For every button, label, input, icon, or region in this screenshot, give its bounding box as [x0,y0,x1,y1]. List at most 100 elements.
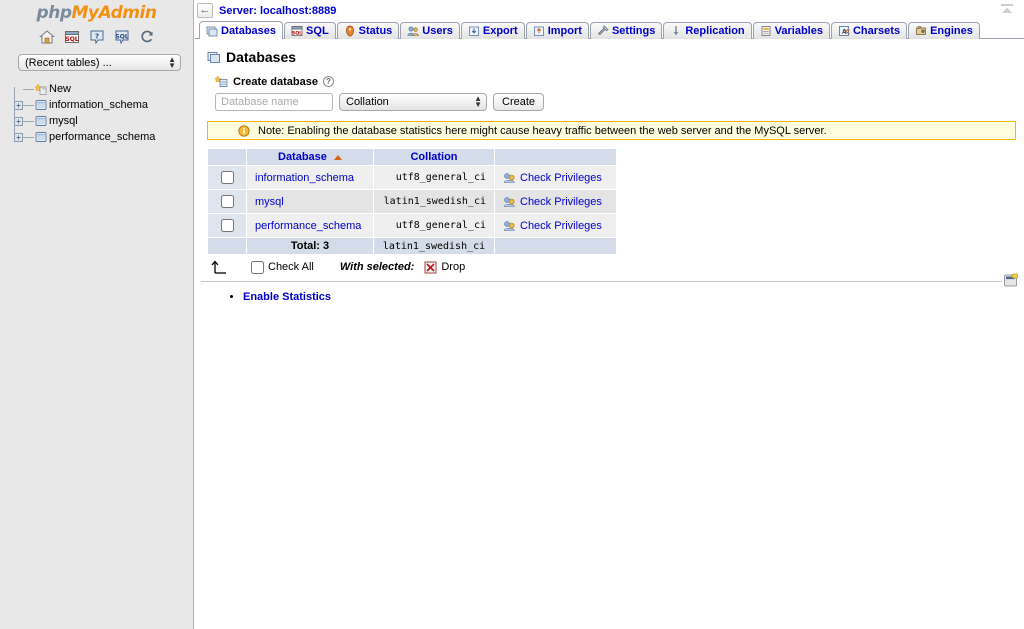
total-blank-cell [494,237,617,255]
sort-ascending-icon [333,154,342,160]
svg-text:文: 文 [845,29,850,36]
create-database-label: Create database [233,75,318,88]
phpmyadmin-logo[interactable]: phpMyAdmin [0,0,193,23]
tab-label: Replication [685,25,745,37]
expand-toggle-icon[interactable]: + [14,100,23,110]
check-privileges-link[interactable]: Check Privileges [503,195,608,208]
expand-toggle-icon[interactable]: + [14,116,23,126]
tab-label: Status [358,25,393,37]
tab-label: Settings [611,25,656,37]
expand-toggle-icon[interactable]: + [14,132,23,142]
total-collation-cell: latin1_swedish_ci [373,237,495,255]
table-row: performance_schema utf8_general_ci Check [207,213,617,238]
tab-engines[interactable]: Engines [908,22,980,39]
recent-tables-select[interactable]: (Recent tables) ... [18,54,181,71]
create-button[interactable]: Create [493,93,545,111]
collapse-icon[interactable] [1000,4,1014,16]
tab-export[interactable]: Export [460,22,525,39]
logo-php-text: php [36,3,72,23]
collation-cell: latin1_swedish_ci [373,189,495,214]
drop-label: Drop [441,261,466,273]
tab-variables[interactable]: Variables [752,22,830,39]
database-link[interactable]: performance_schema [255,220,361,232]
tab-import[interactable]: Import [525,22,589,39]
column-header-database[interactable]: Database [246,148,374,166]
svg-text:?: ? [94,33,98,41]
sql-query-icon[interactable]: SQL [64,29,80,45]
database-link[interactable]: information_schema [255,172,354,184]
tree-branch-line [23,120,34,122]
tab-sql[interactable]: SQL SQL [284,22,336,39]
database-icon [35,132,47,142]
import-icon [533,26,544,36]
variables-icon [761,26,771,36]
row-checkbox[interactable] [221,219,234,232]
create-database-form: Collation ▲▼ Create [215,93,1024,111]
tab-databases[interactable]: Databases [199,21,284,39]
collation-select[interactable]: Collation [339,93,487,111]
enable-statistics-link[interactable]: Enable Statistics [243,291,331,303]
list-item: Enable Statistics [243,291,1024,303]
drop-action-link[interactable]: Drop [424,261,465,274]
tree-branch-line [23,104,34,106]
navigation-sidebar: phpMyAdmin SQL ? SQL (Recent tables) ...… [0,0,194,629]
statistics-note: Note: Enabling the database statistics h… [207,121,1016,140]
database-link[interactable]: mysql [255,196,284,208]
column-header-collation[interactable]: Collation [373,148,495,166]
server-bar: ← Server: localhost:8889 [195,0,1024,19]
tree-item-label: performance_schema [49,131,156,143]
database-icon [35,116,47,126]
tree-item-new[interactable]: New [14,81,193,97]
help-icon[interactable]: ? [323,76,334,87]
total-label-cell: Total: 3 [246,237,374,255]
server-title: Server: localhost:8889 [219,4,337,17]
check-all-checkbox[interactable] [251,260,264,274]
content-divider [201,281,1002,282]
logo-myadmin-text: MyAdmin [71,3,157,23]
tab-label: Import [547,25,582,37]
tab-users[interactable]: Users [400,22,460,39]
docs-icon[interactable]: SQL [114,29,130,45]
privileges-cell: Check Privileges [494,213,617,238]
info-icon [238,124,250,137]
database-name-input[interactable] [215,93,333,111]
help-icon[interactable]: ? [89,29,105,45]
settings-icon [598,25,609,36]
tree-branch-line [23,136,34,138]
page-content: Databases Create database ? Collation ▲▼ [195,39,1024,303]
check-privileges-link[interactable]: Check Privileges [503,171,608,184]
tab-label: Engines [930,25,973,37]
privileges-column-header [494,148,617,166]
charsets-icon: A 文 [839,26,850,36]
tree-item-mysql[interactable]: + mysql [14,113,193,129]
collation-cell: utf8_general_ci [373,165,495,190]
check-privileges-link[interactable]: Check Privileges [503,219,608,232]
tree-item-label: mysql [49,115,78,127]
tab-label: Export [482,25,518,37]
tree-item-information_schema[interactable]: + information_schema [14,97,193,113]
row-checkbox[interactable] [221,195,234,208]
tab-replication[interactable]: Replication [663,22,752,39]
row-select-cell [207,189,247,214]
tab-status[interactable]: Status [336,22,400,39]
replication-icon [673,26,679,36]
database-name-cell: performance_schema [246,213,374,238]
privileges-cell: Check Privileges [494,165,617,190]
new-icon [34,83,47,95]
row-checkbox[interactable] [221,171,234,184]
tab-settings[interactable]: Settings [589,22,663,39]
tree-item-performance_schema[interactable]: + performance_schema [14,129,193,145]
privileges-cell: Check Privileges [494,189,617,214]
back-button[interactable]: ← [197,3,213,18]
reload-icon[interactable] [139,29,155,45]
tab-charsets[interactable]: A 文 Charsets [830,22,908,39]
column-header-label: Database [278,151,327,163]
databases-table: Database Collation information_schema ut… [207,148,617,255]
check-privileges-label: Check Privileges [520,171,602,184]
table-actions-row: Check All With selected: Drop [209,257,1024,277]
tab-label: Charsets [852,25,901,37]
home-icon[interactable] [38,29,55,45]
phpmyadmin-window: phpMyAdmin SQL ? SQL (Recent tables) ...… [0,0,1024,629]
console-icon[interactable] [1003,273,1019,288]
